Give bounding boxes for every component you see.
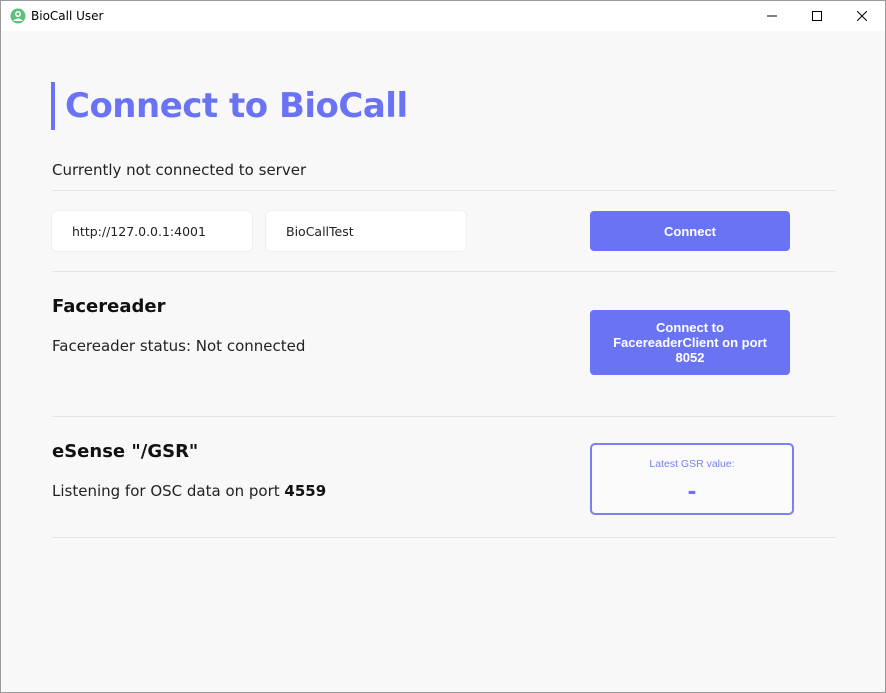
gsr-value-label: Latest GSR value:	[649, 458, 735, 470]
divider	[52, 416, 836, 417]
divider	[52, 271, 836, 272]
connect-facereader-button[interactable]: Connect to FacereaderClient on port 8052	[590, 310, 790, 375]
esense-section-title: eSense "/GSR"	[52, 441, 199, 462]
server-url-input[interactable]	[52, 211, 252, 251]
gsr-value-card: Latest GSR value: -	[590, 443, 794, 515]
biocall-app-icon	[10, 8, 26, 24]
title-accent-bar	[51, 82, 55, 130]
main-content: Connect to BioCall Currently not connect…	[1, 31, 885, 692]
osc-listening-text: Listening for OSC data on port 4559	[52, 482, 326, 500]
title-bar[interactable]: BioCall User	[1, 1, 885, 31]
gsr-value: -	[687, 475, 697, 505]
room-name-input[interactable]	[266, 211, 466, 251]
page-title: Connect to BioCall	[65, 86, 408, 126]
maximize-button[interactable]	[794, 1, 840, 31]
osc-listening-prefix: Listening for OSC data on port	[52, 482, 285, 500]
facereader-section-title: Facereader	[52, 296, 166, 317]
facereader-status-text: Facereader status: Not connected	[52, 337, 306, 355]
osc-port: 4559	[284, 482, 327, 500]
minimize-icon	[767, 15, 777, 17]
divider	[52, 537, 836, 538]
server-status-text: Currently not connected to server	[52, 161, 307, 179]
maximize-icon	[812, 11, 822, 21]
minimize-button[interactable]	[749, 1, 795, 31]
close-icon	[857, 11, 867, 21]
app-window: BioCall User Connect to BioCall Currentl…	[0, 0, 886, 693]
close-button[interactable]	[839, 1, 885, 31]
connect-button[interactable]: Connect	[590, 211, 790, 251]
window-title: BioCall User	[31, 9, 104, 23]
divider	[52, 190, 836, 191]
